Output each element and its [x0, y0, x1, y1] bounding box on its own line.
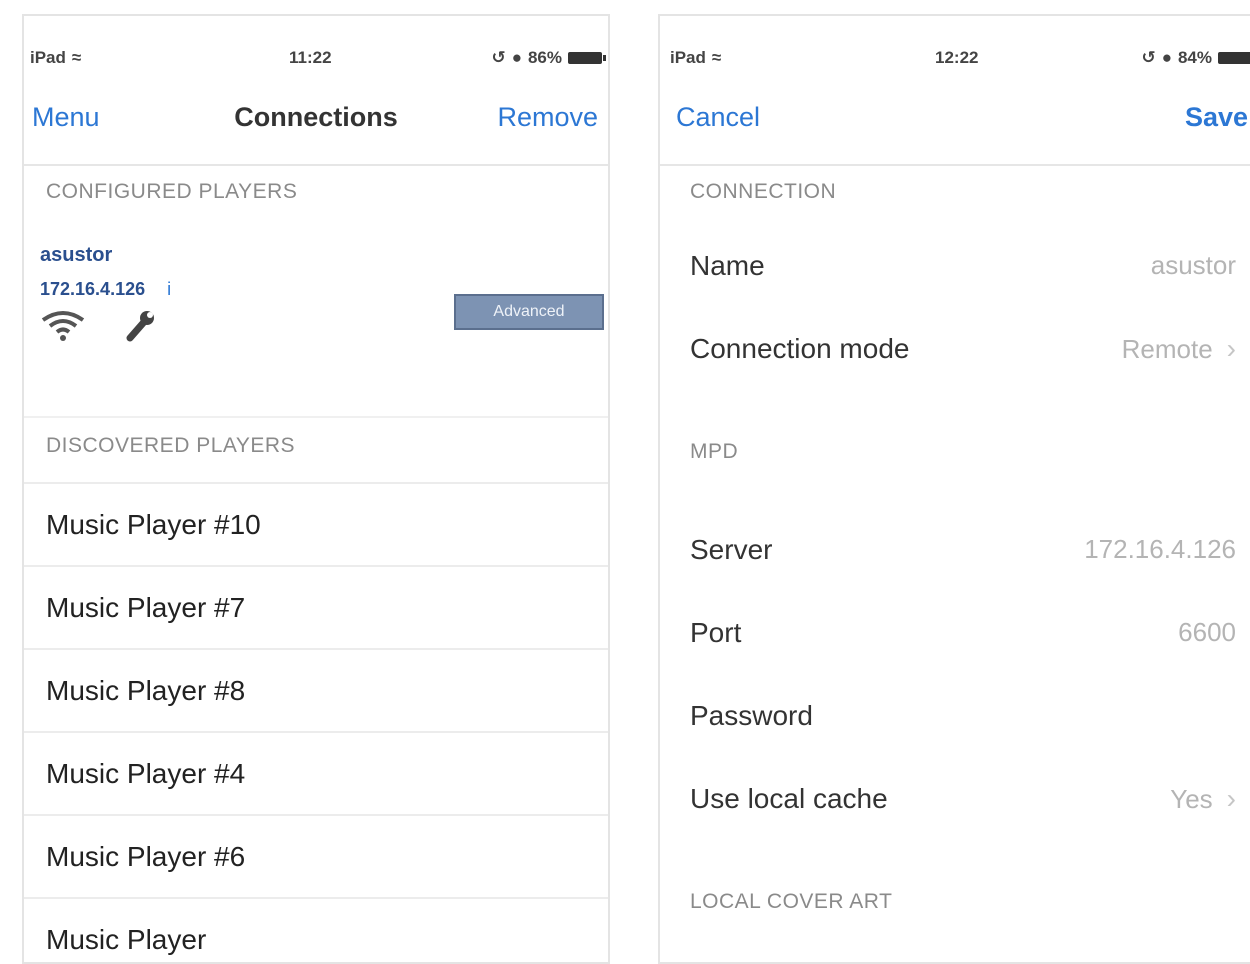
- player-ip: 172.16.4.126: [40, 279, 146, 299]
- port-value: 6600: [1178, 617, 1236, 647]
- edit-connection-screen: iPad ≈ 12:22 ↺ ● 84% Cancel Save CONNECTI…: [658, 14, 1250, 964]
- configured-players-header: CONFIGURED PLAYERS: [46, 180, 298, 203]
- mpd-header: MPD: [690, 440, 739, 463]
- navigation-bar: Menu Connections Remove: [24, 92, 608, 166]
- connection-mode-row[interactable]: Connection mode Remote ›: [660, 307, 1250, 390]
- orientation-lock-icon: ↺: [1141, 48, 1156, 67]
- name-row[interactable]: Name asustor: [660, 224, 1250, 307]
- discovered-players-list: Music Player #10 Music Player #7 Music P…: [24, 482, 608, 962]
- server-value: 172.16.4.126: [1084, 534, 1236, 564]
- battery-icon: [1218, 52, 1250, 64]
- list-item[interactable]: Music Player #6: [24, 814, 608, 897]
- local-cache-label: Use local cache: [690, 782, 888, 814]
- connection-mode-label: Connection mode: [690, 332, 910, 364]
- local-cache-row[interactable]: Use local cache Yes ›: [660, 757, 1250, 840]
- name-label: Name: [690, 249, 765, 281]
- password-row[interactable]: Password: [660, 674, 1250, 757]
- list-item[interactable]: Music Player: [24, 897, 608, 962]
- chevron-right-icon: ›: [1226, 332, 1236, 364]
- save-button[interactable]: Save: [1185, 102, 1248, 133]
- local-cache-value: Yes: [1170, 783, 1213, 814]
- battery-percent: 84%: [1177, 48, 1212, 67]
- player-name: asustor: [40, 244, 113, 266]
- discovered-players-header: DISCOVERED PLAYERS: [24, 416, 608, 482]
- connection-mode-value: Remote: [1121, 333, 1213, 364]
- cancel-button[interactable]: Cancel: [676, 102, 760, 133]
- connections-screen: iPad ≈ 11:22 ↺ ● 86% Menu Connections Rem…: [22, 14, 610, 964]
- battery-icon: [568, 52, 606, 64]
- server-row[interactable]: Server 172.16.4.126: [660, 508, 1250, 591]
- navigation-bar: Cancel Save: [660, 92, 1250, 166]
- list-item[interactable]: Music Player #8: [24, 648, 608, 731]
- orientation-lock-icon: ↺: [491, 48, 506, 67]
- status-time: 11:22: [289, 48, 332, 67]
- advanced-button[interactable]: Advanced: [454, 294, 604, 330]
- list-item[interactable]: Music Player #4: [24, 731, 608, 814]
- remove-button[interactable]: Remove: [497, 102, 598, 133]
- carrier-label: iPad: [30, 48, 66, 67]
- carrier-label: iPad: [670, 48, 706, 67]
- battery-percent: 86%: [527, 48, 562, 67]
- password-label: Password: [690, 699, 813, 731]
- name-value: asustor: [1150, 250, 1236, 280]
- status-time: 12:22: [935, 48, 979, 67]
- info-icon[interactable]: i: [167, 279, 171, 300]
- wifi-icon: ≈: [71, 48, 82, 67]
- network-icon: [41, 311, 85, 341]
- server-label: Server: [690, 533, 773, 565]
- configured-player-item[interactable]: asustor 172.16.4.126 i Advanced: [24, 220, 608, 416]
- bluetooth-icon: ●: [511, 48, 522, 67]
- status-bar: iPad ≈ 11:22 ↺ ● 86%: [24, 16, 608, 92]
- wifi-icon: ≈: [711, 48, 722, 67]
- chevron-right-icon: ›: [1226, 782, 1236, 814]
- connection-header: CONNECTION: [690, 180, 837, 203]
- wrench-icon[interactable]: [124, 308, 156, 342]
- port-row[interactable]: Port 6600: [660, 591, 1250, 674]
- local-cover-art-header: LOCAL COVER ART: [690, 890, 893, 913]
- status-bar: iPad ≈ 12:22 ↺ ● 84%: [660, 16, 1250, 92]
- port-label: Port: [690, 616, 742, 648]
- list-item[interactable]: Music Player #7: [24, 565, 608, 648]
- bluetooth-icon: ●: [1161, 48, 1172, 67]
- list-item[interactable]: Music Player #10: [24, 482, 608, 565]
